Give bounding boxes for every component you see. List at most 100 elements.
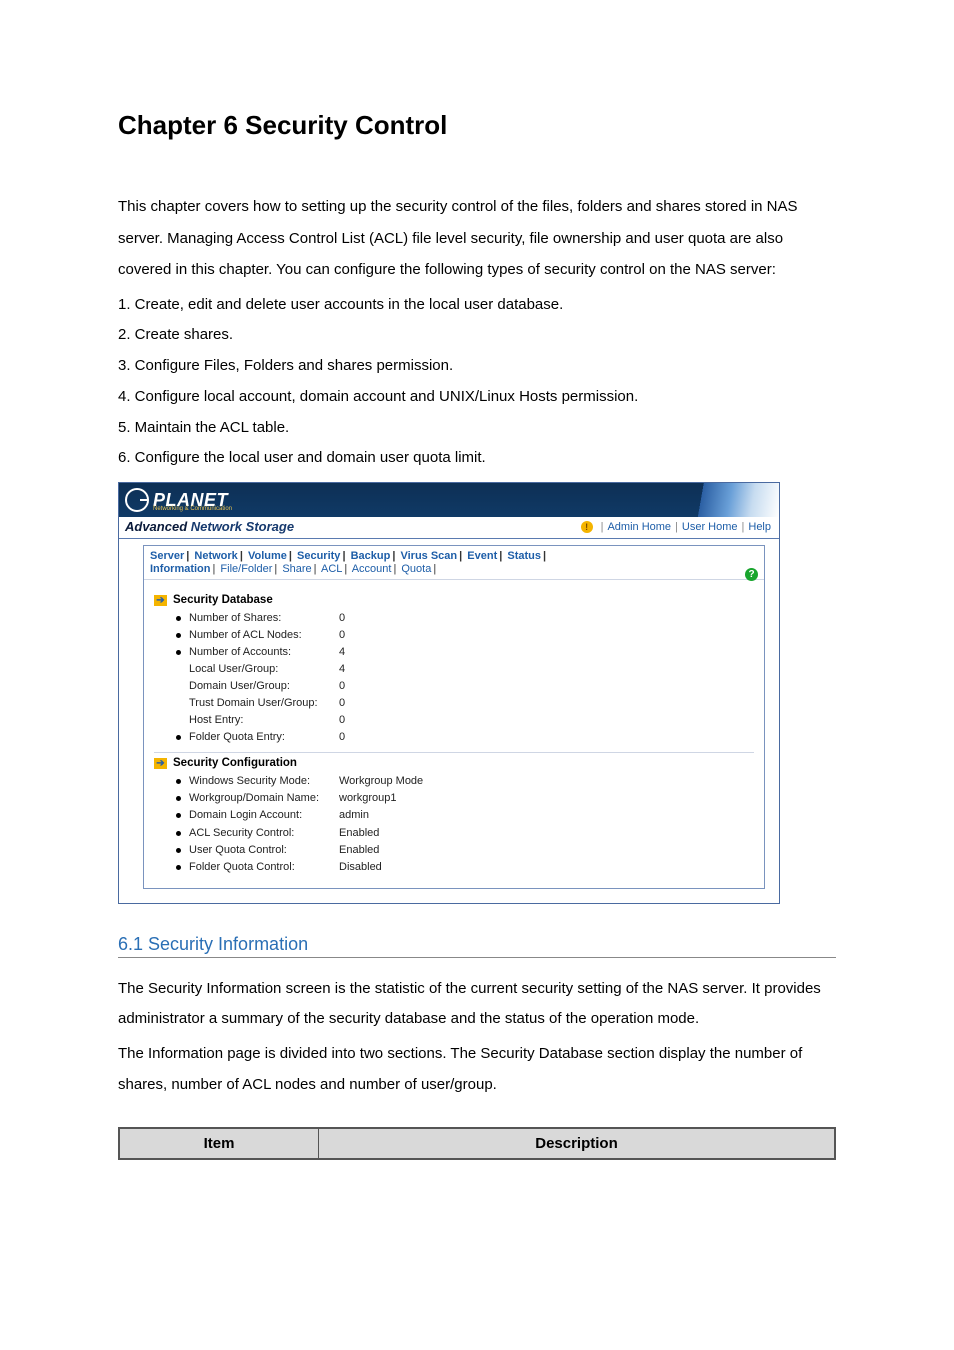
intro-paragraph: This chapter covers how to setting up th… (118, 191, 836, 286)
section-6-1-p1: The Security Information screen is the s… (118, 974, 836, 1036)
kv-label: Number of ACL Nodes: (189, 627, 339, 644)
kv-label: Windows Security Mode: (189, 773, 339, 790)
app-header: PLANET Networking & Communication (119, 483, 779, 517)
kv-row: User Quota Control:Enabled (176, 842, 754, 859)
tab-event[interactable]: Event (467, 550, 497, 562)
section-title: Security Configuration (173, 757, 297, 769)
content-frame: Server| Network| Volume| Security| Backu… (143, 545, 765, 889)
table-header-description: Description (319, 1128, 836, 1159)
kv-row: Number of Accounts:4 (176, 644, 754, 661)
help-link[interactable]: Help (748, 521, 771, 533)
security-database-list: Number of Shares:0Number of ACL Nodes:0N… (154, 610, 754, 746)
section-arrow-icon: ➔ (154, 595, 167, 606)
kv-label: Domain Login Account: (189, 807, 339, 824)
section-6-1-heading: 6.1 Security Information (118, 934, 836, 958)
product-title: Advanced Network Storage (125, 519, 294, 534)
tab-network[interactable]: Network (194, 550, 237, 562)
tab-virus-scan[interactable]: Virus Scan (400, 550, 457, 562)
kv-value: Disabled (339, 859, 382, 876)
subtab-quota[interactable]: Quota (401, 563, 431, 575)
tab-backup[interactable]: Backup (351, 550, 391, 562)
bullet-icon (176, 796, 181, 801)
bullet-icon (176, 735, 181, 740)
kv-label: Workgroup/Domain Name: (189, 790, 339, 807)
tab-volume[interactable]: Volume (248, 550, 287, 562)
security-configuration-section: ➔ Security Configuration Windows Securit… (154, 757, 754, 875)
bullet-icon (176, 616, 181, 621)
indent-spacer (176, 718, 181, 723)
tab-security[interactable]: Security (297, 550, 340, 562)
indent-spacer (176, 667, 181, 672)
kv-label: Domain User/Group: (189, 678, 339, 695)
kv-row: Number of Shares:0 (176, 610, 754, 627)
intro-item: 3. Configure Files, Folders and shares p… (118, 351, 836, 382)
alert-icon[interactable]: ! (581, 521, 593, 533)
context-help-icon[interactable]: ? (745, 568, 758, 581)
kv-value: 4 (339, 661, 345, 678)
bullet-icon (176, 831, 181, 836)
subtab-file-folder[interactable]: File/Folder (220, 563, 272, 575)
bullet-icon (176, 848, 181, 853)
separator: | (675, 521, 678, 533)
kv-row: Trust Domain User/Group:0 (176, 695, 754, 712)
table-header-item: Item (119, 1128, 319, 1159)
header-decoration (669, 483, 779, 517)
section-title: Security Database (173, 594, 273, 606)
subtab-account[interactable]: Account (352, 563, 392, 575)
brand-tagline: Networking & Communication (153, 506, 232, 512)
kv-value: 0 (339, 610, 345, 627)
tab-status[interactable]: Status (507, 550, 541, 562)
kv-row: Domain User/Group:0 (176, 678, 754, 695)
admin-home-link[interactable]: Admin Home (607, 521, 671, 533)
security-configuration-list: Windows Security Mode:Workgroup ModeWork… (154, 773, 754, 875)
kv-value: admin (339, 807, 369, 824)
intro-item: 1. Create, edit and delete user accounts… (118, 290, 836, 321)
subtab-information[interactable]: Information (150, 563, 211, 575)
kv-row: Domain Login Account:admin (176, 807, 754, 824)
kv-label: User Quota Control: (189, 842, 339, 859)
kv-row: Windows Security Mode:Workgroup Mode (176, 773, 754, 790)
indent-spacer (176, 701, 181, 706)
intro-item: 5. Maintain the ACL table. (118, 413, 836, 444)
section-arrow-icon: ➔ (154, 758, 167, 769)
kv-row: Folder Quota Control:Disabled (176, 859, 754, 876)
kv-row: Local User/Group:4 (176, 661, 754, 678)
kv-value: Enabled (339, 825, 379, 842)
kv-row: Number of ACL Nodes:0 (176, 627, 754, 644)
indent-spacer (176, 684, 181, 689)
section-6-1-p2: The Information page is divided into two… (118, 1039, 836, 1101)
intro-item: 4. Configure local account, domain accou… (118, 382, 836, 413)
bullet-icon (176, 650, 181, 655)
bullet-icon (176, 633, 181, 638)
intro-item: 2. Create shares. (118, 320, 836, 351)
kv-label: Number of Accounts: (189, 644, 339, 661)
tab-server[interactable]: Server (150, 550, 184, 562)
security-database-section: ➔ Security Database Number of Shares:0Nu… (154, 594, 754, 753)
nas-admin-panel: PLANET Networking & Communication Advanc… (118, 482, 780, 904)
header-links: ! | Admin Home | User Home | Help (581, 521, 771, 533)
kv-row: Workgroup/Domain Name:workgroup1 (176, 790, 754, 807)
kv-label: ACL Security Control: (189, 825, 339, 842)
chapter-title: Chapter 6 Security Control (118, 110, 836, 141)
kv-value: Workgroup Mode (339, 773, 423, 790)
kv-label: Host Entry: (189, 712, 339, 729)
kv-value: 0 (339, 695, 345, 712)
kv-label: Local User/Group: (189, 661, 339, 678)
intro-item: 6. Configure the local user and domain u… (118, 443, 836, 474)
separator: | (601, 521, 604, 533)
kv-label: Number of Shares: (189, 610, 339, 627)
kv-value: 0 (339, 729, 345, 746)
item-description-table: Item Description (118, 1127, 836, 1160)
user-home-link[interactable]: User Home (682, 521, 738, 533)
subtab-share[interactable]: Share (282, 563, 311, 575)
kv-row: Host Entry:0 (176, 712, 754, 729)
kv-label: Trust Domain User/Group: (189, 695, 339, 712)
main-tabs: Server| Network| Volume| Security| Backu… (144, 546, 764, 562)
kv-row: Folder Quota Entry:0 (176, 729, 754, 746)
sub-tabs: Information| File/Folder| Share| ACL| Ac… (144, 562, 764, 580)
kv-value: 0 (339, 712, 345, 729)
product-title-b: Network Storage (191, 519, 294, 534)
kv-row: ACL Security Control:Enabled (176, 825, 754, 842)
product-title-a: Advanced (125, 519, 191, 534)
subtab-acl[interactable]: ACL (321, 563, 342, 575)
